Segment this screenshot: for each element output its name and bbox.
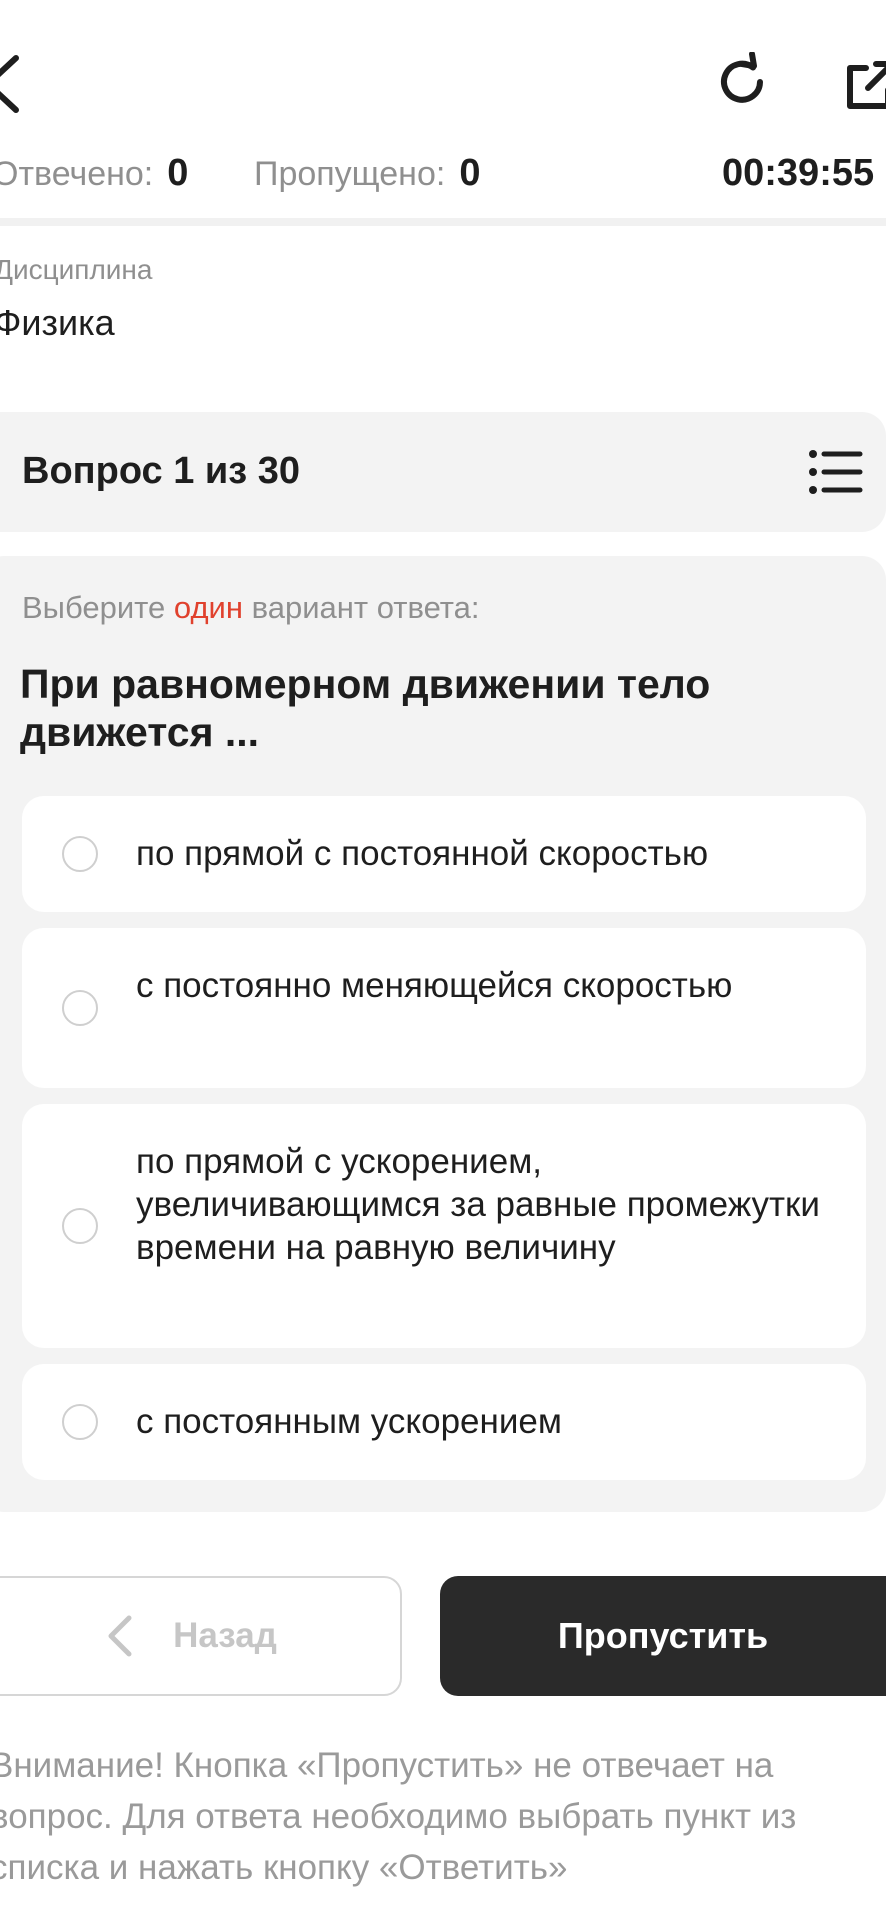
question-header: Вопрос 1 из 30 xyxy=(0,412,886,532)
answer-option[interactable]: с постоянным ускорением xyxy=(22,1364,866,1480)
radio-button[interactable] xyxy=(62,1208,98,1244)
instruction-prefix: Выберите xyxy=(22,590,166,625)
chevron-left-icon[interactable] xyxy=(0,48,32,120)
answer-option[interactable]: по прямой с постоянной скоростью xyxy=(22,796,866,912)
divider xyxy=(0,218,886,226)
question-text: При равномерном движении тело движется .… xyxy=(20,661,711,755)
top-bar: Отвечено: 0 Пропущено: 0 00:39:55 xyxy=(0,0,886,194)
answer-option-label: по прямой с постоянной скоростью xyxy=(136,834,709,873)
answer-option-label: по прямой с ускорением, увеличивающимся … xyxy=(136,1142,820,1267)
radio-button[interactable] xyxy=(62,1404,98,1440)
answered-value: 0 xyxy=(167,152,189,194)
discipline-label: Дисциплина xyxy=(0,254,153,285)
answered-counter: Отвечено: 0 xyxy=(0,152,188,202)
answer-option[interactable]: по прямой с ускорением, увеличивающимся … xyxy=(22,1104,866,1348)
instruction: Выберите один вариант ответа: xyxy=(22,590,480,626)
external-link-icon[interactable] xyxy=(840,56,886,116)
timer: 00:39:55 xyxy=(722,152,875,194)
instruction-suffix: вариант ответа: xyxy=(251,590,480,625)
answer-option-label: с постоянно меняющейся скоростью xyxy=(136,966,733,1005)
chevron-left-icon xyxy=(108,1615,132,1657)
back-button-label: Назад xyxy=(173,1616,277,1655)
question-panel: Выберите один вариант ответа: При равном… xyxy=(0,556,886,1512)
answered-label: Отвечено: xyxy=(0,155,154,193)
skipped-value: 0 xyxy=(459,152,481,194)
notice-text: Внимание! Кнопка «Пропустить» не отвечае… xyxy=(0,1746,797,1887)
skipped-counter: Пропущено: 0 xyxy=(254,152,480,202)
answer-option-label: с постоянным ускорением xyxy=(136,1402,562,1441)
discipline-value: Физика xyxy=(0,302,115,343)
skip-button[interactable]: Пропустить xyxy=(440,1576,886,1696)
skipped-label: Пропущено: xyxy=(254,155,446,193)
radio-button[interactable] xyxy=(62,836,98,872)
skip-button-label: Пропустить xyxy=(557,1615,769,1656)
radio-button[interactable] xyxy=(62,990,98,1026)
back-button[interactable]: Назад xyxy=(0,1576,402,1696)
refresh-icon[interactable] xyxy=(712,52,772,112)
list-icon[interactable] xyxy=(808,448,864,496)
instruction-accent: один xyxy=(173,590,243,625)
test-page: Отвечено: 0 Пропущено: 0 00:39:55 Дисцип… xyxy=(0,0,886,1920)
answer-option[interactable]: с постоянно меняющейся скоростью xyxy=(22,928,866,1088)
question-counter: Вопрос 1 из 30 xyxy=(22,450,300,492)
